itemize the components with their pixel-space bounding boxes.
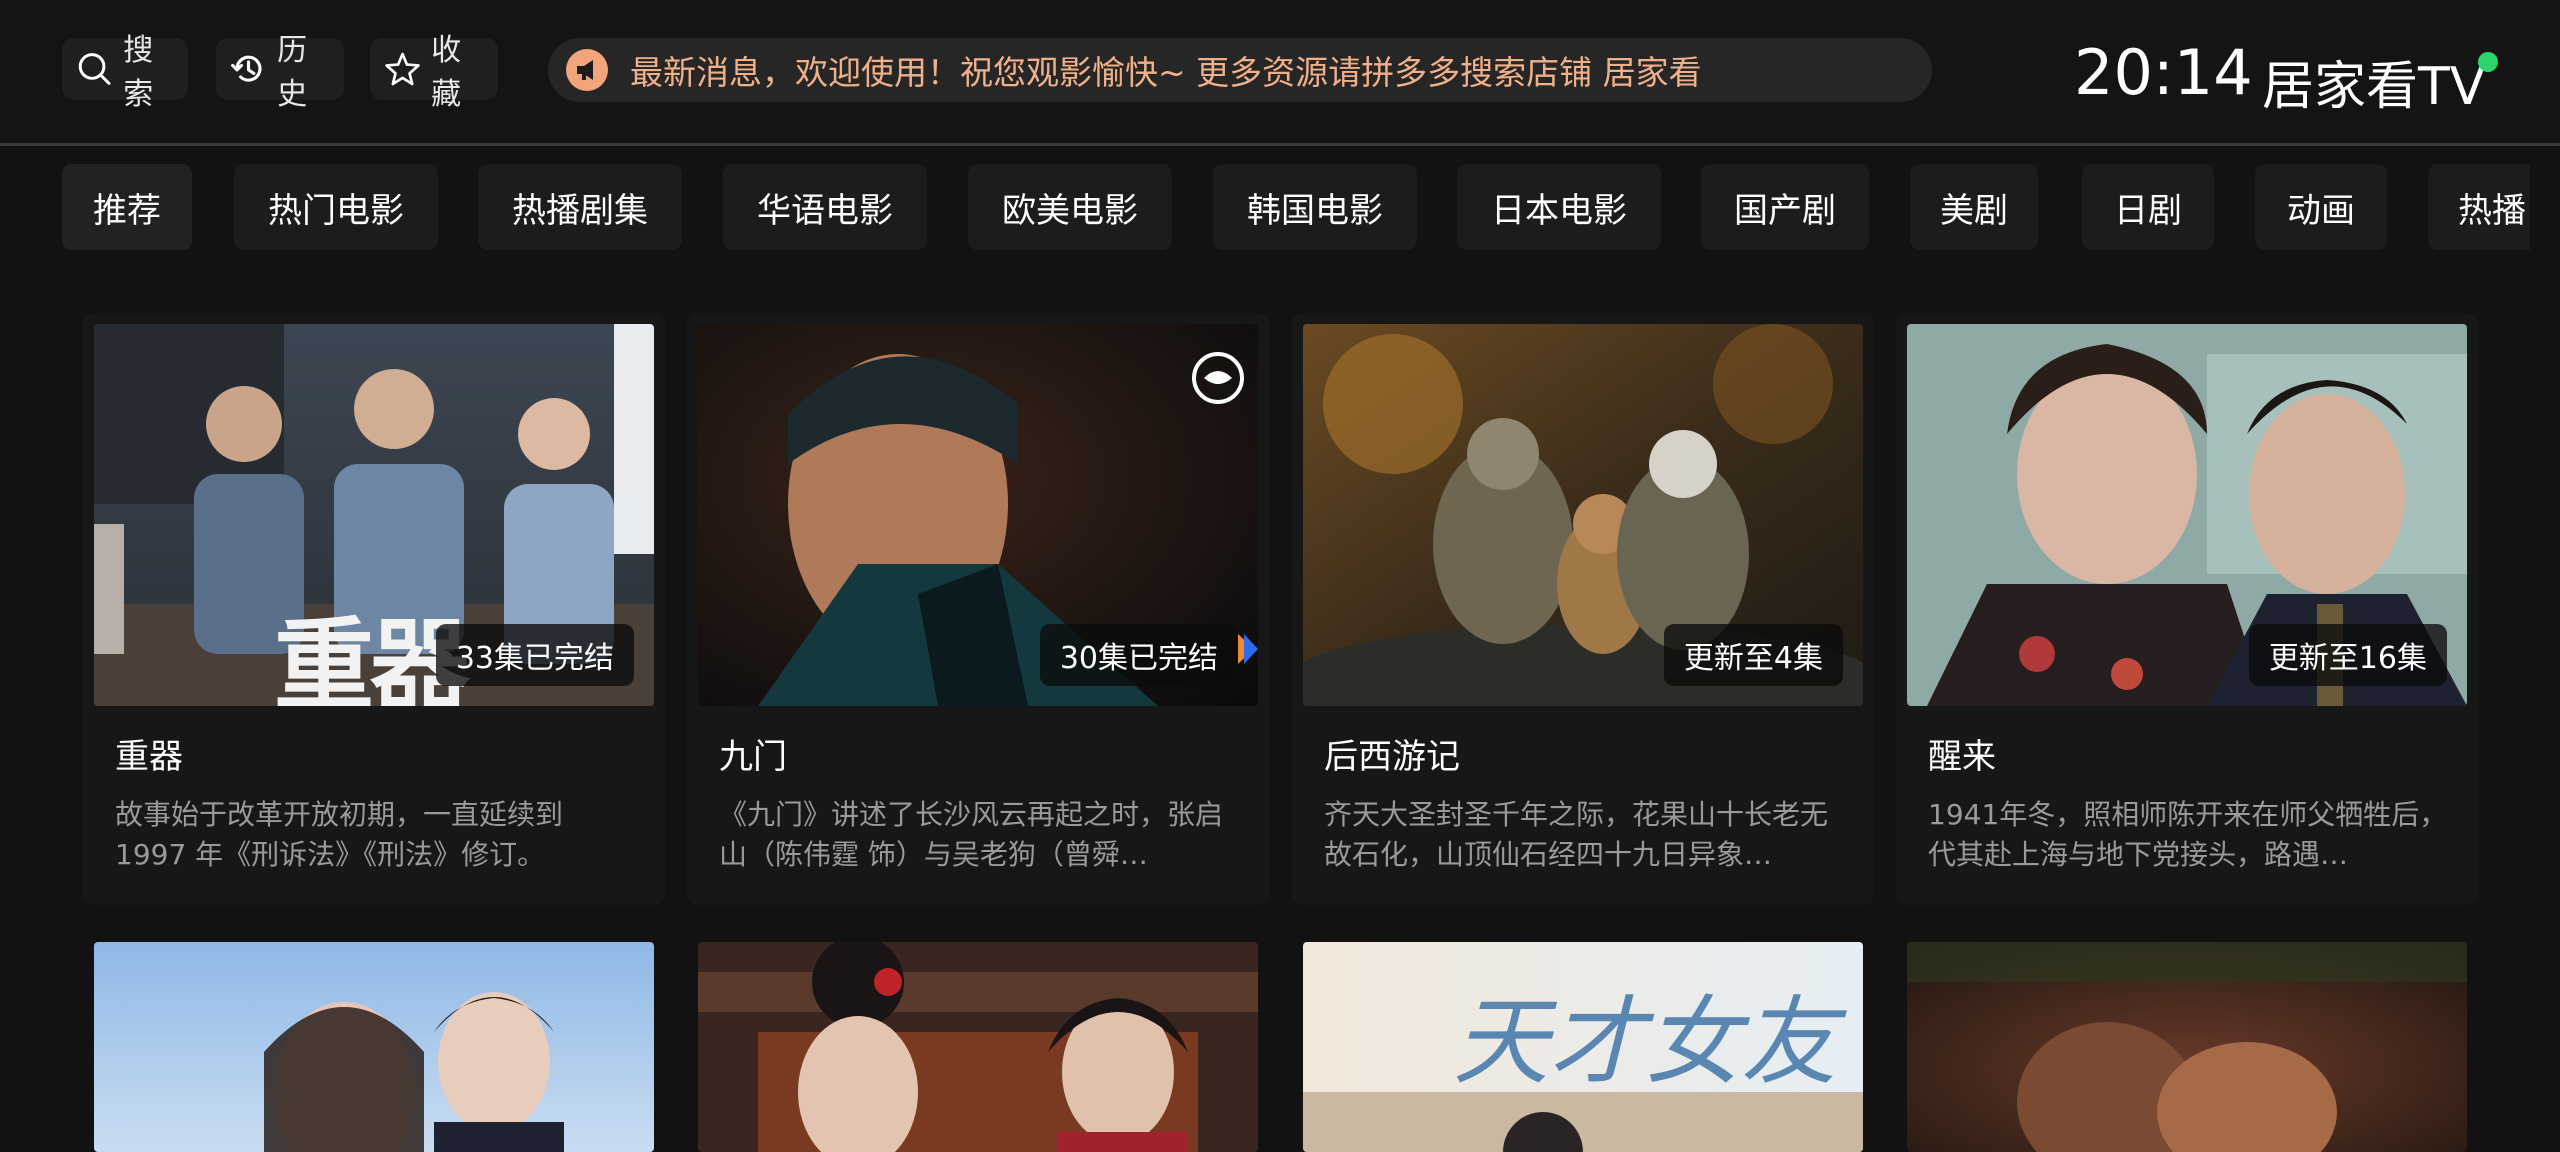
tab-chinese-movies[interactable]: 华语电影	[723, 164, 927, 250]
media-card[interactable]: 30集已完结 九门 《九门》讲述了长沙风云再起之时，张启山（陈伟霆 饰）与吴老狗…	[687, 313, 1269, 905]
card-description: 故事始于改革开放初期，一直延续到 1997 年《刑诉法》《刑法》修订。	[115, 798, 564, 871]
episode-badge: 33集已完结	[435, 624, 634, 686]
media-card[interactable]: 更新至16集 醒来 1941年冬，照相师陈开来在师父牺牲后，代其赴上海与地下党接…	[1896, 313, 2478, 905]
episode-badge: 30集已完结	[1039, 624, 1238, 686]
tab-us-dramas[interactable]: 美剧	[1910, 164, 2038, 250]
card-title: 九门	[719, 737, 787, 777]
search-label: 搜索	[123, 33, 154, 112]
poster-image: 重器 33集已完结	[94, 324, 654, 706]
megaphone-icon	[566, 49, 608, 91]
app-brand: 居家看TV	[2262, 57, 2486, 117]
tab-korean-movies[interactable]: 韩国电影	[1213, 164, 1417, 250]
tab-domestic-dramas[interactable]: 国产剧	[1701, 164, 1869, 250]
history-label: 历史	[277, 33, 308, 112]
poster-image: 更新至16集	[1907, 324, 2467, 706]
tab-japanese-dramas[interactable]: 日剧	[2082, 164, 2214, 250]
card-description: 1941年冬，照相师陈开来在师父牺牲后，代其赴上海与地下党接头，路遇…	[1928, 798, 2448, 871]
poster-image[interactable]	[698, 942, 1258, 1152]
card-title: 后西游记	[1324, 737, 1460, 777]
card-title: 醒来	[1928, 737, 1996, 777]
media-card[interactable]: 重器 33集已完结 重器 故事始于改革开放初期，一直延续到 1997 年《刑诉法…	[83, 313, 665, 905]
ticker-text: 最新消息，欢迎使用！祝您观影愉快~ 更多资源请拼多多搜索店铺 居家看	[630, 53, 1702, 92]
poster-title-art: 天才女友	[1453, 986, 1837, 1098]
history-button[interactable]: 历史	[216, 33, 344, 112]
tab-hot-movies[interactable]: 热门电影	[234, 164, 438, 250]
tab-japanese-movies[interactable]: 日本电影	[1457, 164, 1661, 250]
search-button[interactable]: 搜索	[62, 33, 188, 112]
media-card[interactable]: 更新至4集 后西游记 齐天大圣封圣千年之际，花果山十长老无故石化，山顶仙石经四十…	[1292, 313, 1874, 905]
tab-hot-series[interactable]: 热播剧集	[478, 164, 682, 250]
news-ticker: 最新消息，欢迎使用！祝您观影愉快~ 更多资源请拼多多搜索店铺 居家看	[548, 38, 1932, 102]
favorite-button[interactable]: 收藏	[370, 33, 498, 112]
poster-image: 30集已完结	[698, 324, 1258, 706]
history-icon	[231, 55, 262, 82]
star-icon	[385, 52, 420, 86]
category-tabs: 推荐 热门电影 热播剧集 华语电影 欧美电影 韩国电影 日本电影 国产剧 美剧 …	[0, 160, 2530, 254]
tab-trending[interactable]: 热播	[2428, 164, 2530, 250]
poster-image[interactable]	[1907, 942, 2467, 1152]
header-divider	[0, 143, 2560, 146]
poster-image[interactable]: 天才女友	[1303, 942, 1863, 1152]
episode-badge: 更新至4集	[1663, 624, 1843, 686]
search-icon	[78, 53, 111, 85]
card-description: 齐天大圣封圣千年之际，花果山十长老无故石化，山顶仙石经四十九日异象…	[1324, 798, 1829, 871]
clock: 20:14	[2074, 36, 2253, 109]
favorite-label: 收藏	[431, 33, 462, 112]
episode-badge: 更新至16集	[2248, 624, 2447, 686]
card-title: 重器	[115, 737, 183, 777]
tab-animation[interactable]: 动画	[2255, 164, 2387, 250]
tab-western-movies[interactable]: 欧美电影	[968, 164, 1172, 250]
tab-recommend[interactable]: 推荐	[62, 164, 192, 250]
card-description: 《九门》讲述了长沙风云再起之时，张启山（陈伟霆 饰）与吴老狗（曾舜…	[719, 798, 1224, 871]
status-dot	[2478, 52, 2498, 72]
poster-image[interactable]	[94, 942, 654, 1152]
poster-image: 更新至4集	[1303, 324, 1863, 706]
